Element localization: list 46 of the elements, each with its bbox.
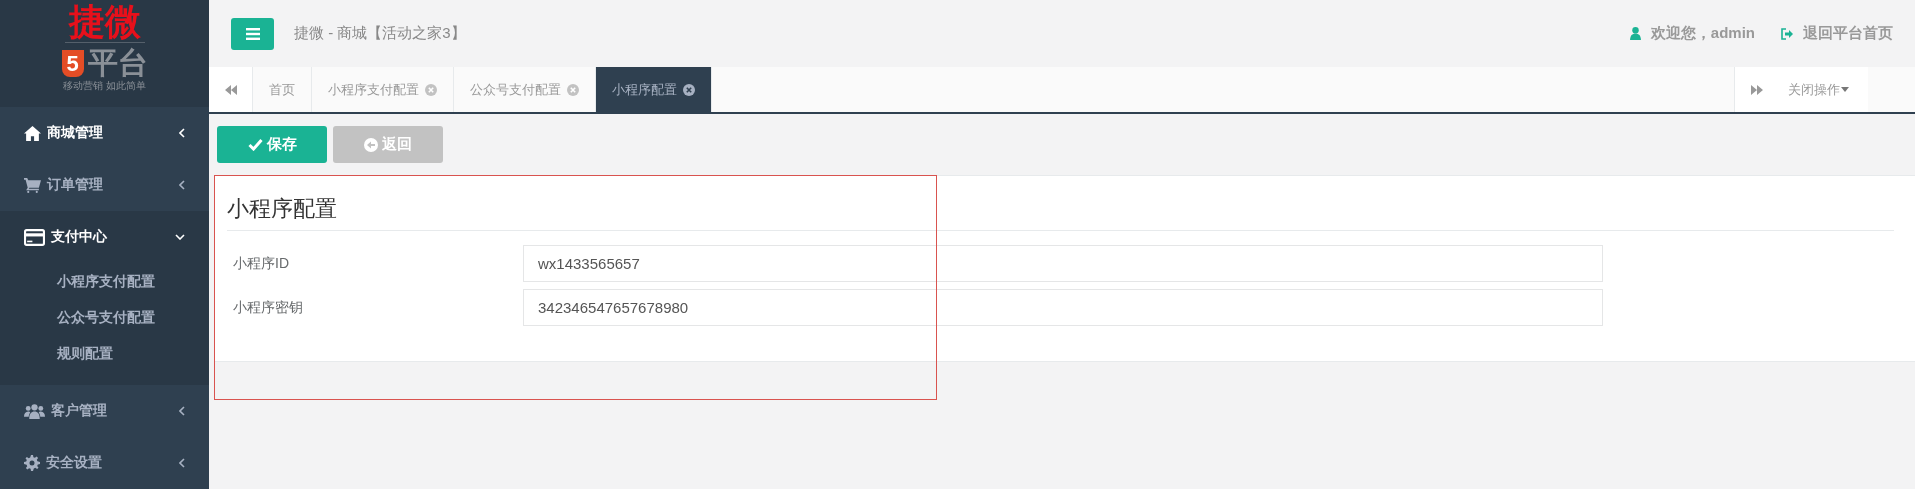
chevron-left-icon <box>179 406 185 416</box>
tab[interactable]: 首页 <box>253 67 312 112</box>
credit-card-icon <box>24 228 45 246</box>
close-icon[interactable] <box>683 83 695 96</box>
chevron-left-icon <box>179 180 185 190</box>
panel-title: 小程序配置 <box>227 194 1894 231</box>
users-icon <box>24 403 45 419</box>
html5-badge: 5 <box>61 49 84 77</box>
logo-title: 捷微 <box>64 2 145 43</box>
sidebar-item[interactable]: 客户管理 <box>0 385 209 437</box>
chevron-down-icon <box>175 234 185 240</box>
menu-button[interactable] <box>231 17 274 50</box>
exit-link[interactable]: 退回平台首页 <box>1781 24 1893 43</box>
submenu-item[interactable]: 公众号支付配置 <box>0 299 209 335</box>
logo-text: 平台 <box>87 47 148 79</box>
sign-out-icon <box>1781 27 1793 40</box>
sidebar-item[interactable]: 支付中心 <box>0 211 209 263</box>
submenu-item[interactable]: 规则配置 <box>0 335 209 371</box>
input-field[interactable]: 342346547657678980 <box>523 289 1603 326</box>
welcome-user-link[interactable]: 欢迎您，admin <box>1629 24 1755 43</box>
tab[interactable]: 小程序配置 <box>596 67 712 112</box>
cart-icon <box>24 177 41 193</box>
submenu-item[interactable]: 小程序支付配置 <box>0 263 209 299</box>
menu-icon <box>245 27 260 40</box>
sidebar-item[interactable]: 订单管理 <box>0 159 209 211</box>
field-label: 小程序ID <box>233 254 290 273</box>
page-title: 捷微 - 商城【活动之家3】 <box>294 24 466 43</box>
double-left-icon <box>224 84 237 95</box>
home-icon <box>24 125 41 141</box>
logo-slogan: 移动营销 如此简单 <box>63 79 146 93</box>
sidebar-item[interactable]: 商城管理 <box>0 107 209 159</box>
scroll-left-button[interactable] <box>209 67 253 112</box>
user-icon <box>1629 27 1641 40</box>
save-button[interactable]: 保存 <box>217 126 327 163</box>
chevron-left-icon <box>179 128 185 138</box>
check-icon <box>247 138 263 151</box>
scroll-right-button[interactable] <box>1734 67 1778 112</box>
field-label: 小程序密钥 <box>233 298 304 317</box>
settings-icon <box>24 455 40 471</box>
chevron-left-icon <box>179 458 185 468</box>
input-field[interactable]: wx1433565657 <box>523 245 1603 282</box>
tab[interactable]: 小程序支付配置 <box>312 67 454 112</box>
caret-icon <box>1841 87 1849 92</box>
double-right-icon <box>1750 84 1763 95</box>
close-actions-dropdown[interactable]: 关闭操作 <box>1778 67 1868 112</box>
sidebar-item[interactable]: 安全设置 <box>0 437 209 489</box>
